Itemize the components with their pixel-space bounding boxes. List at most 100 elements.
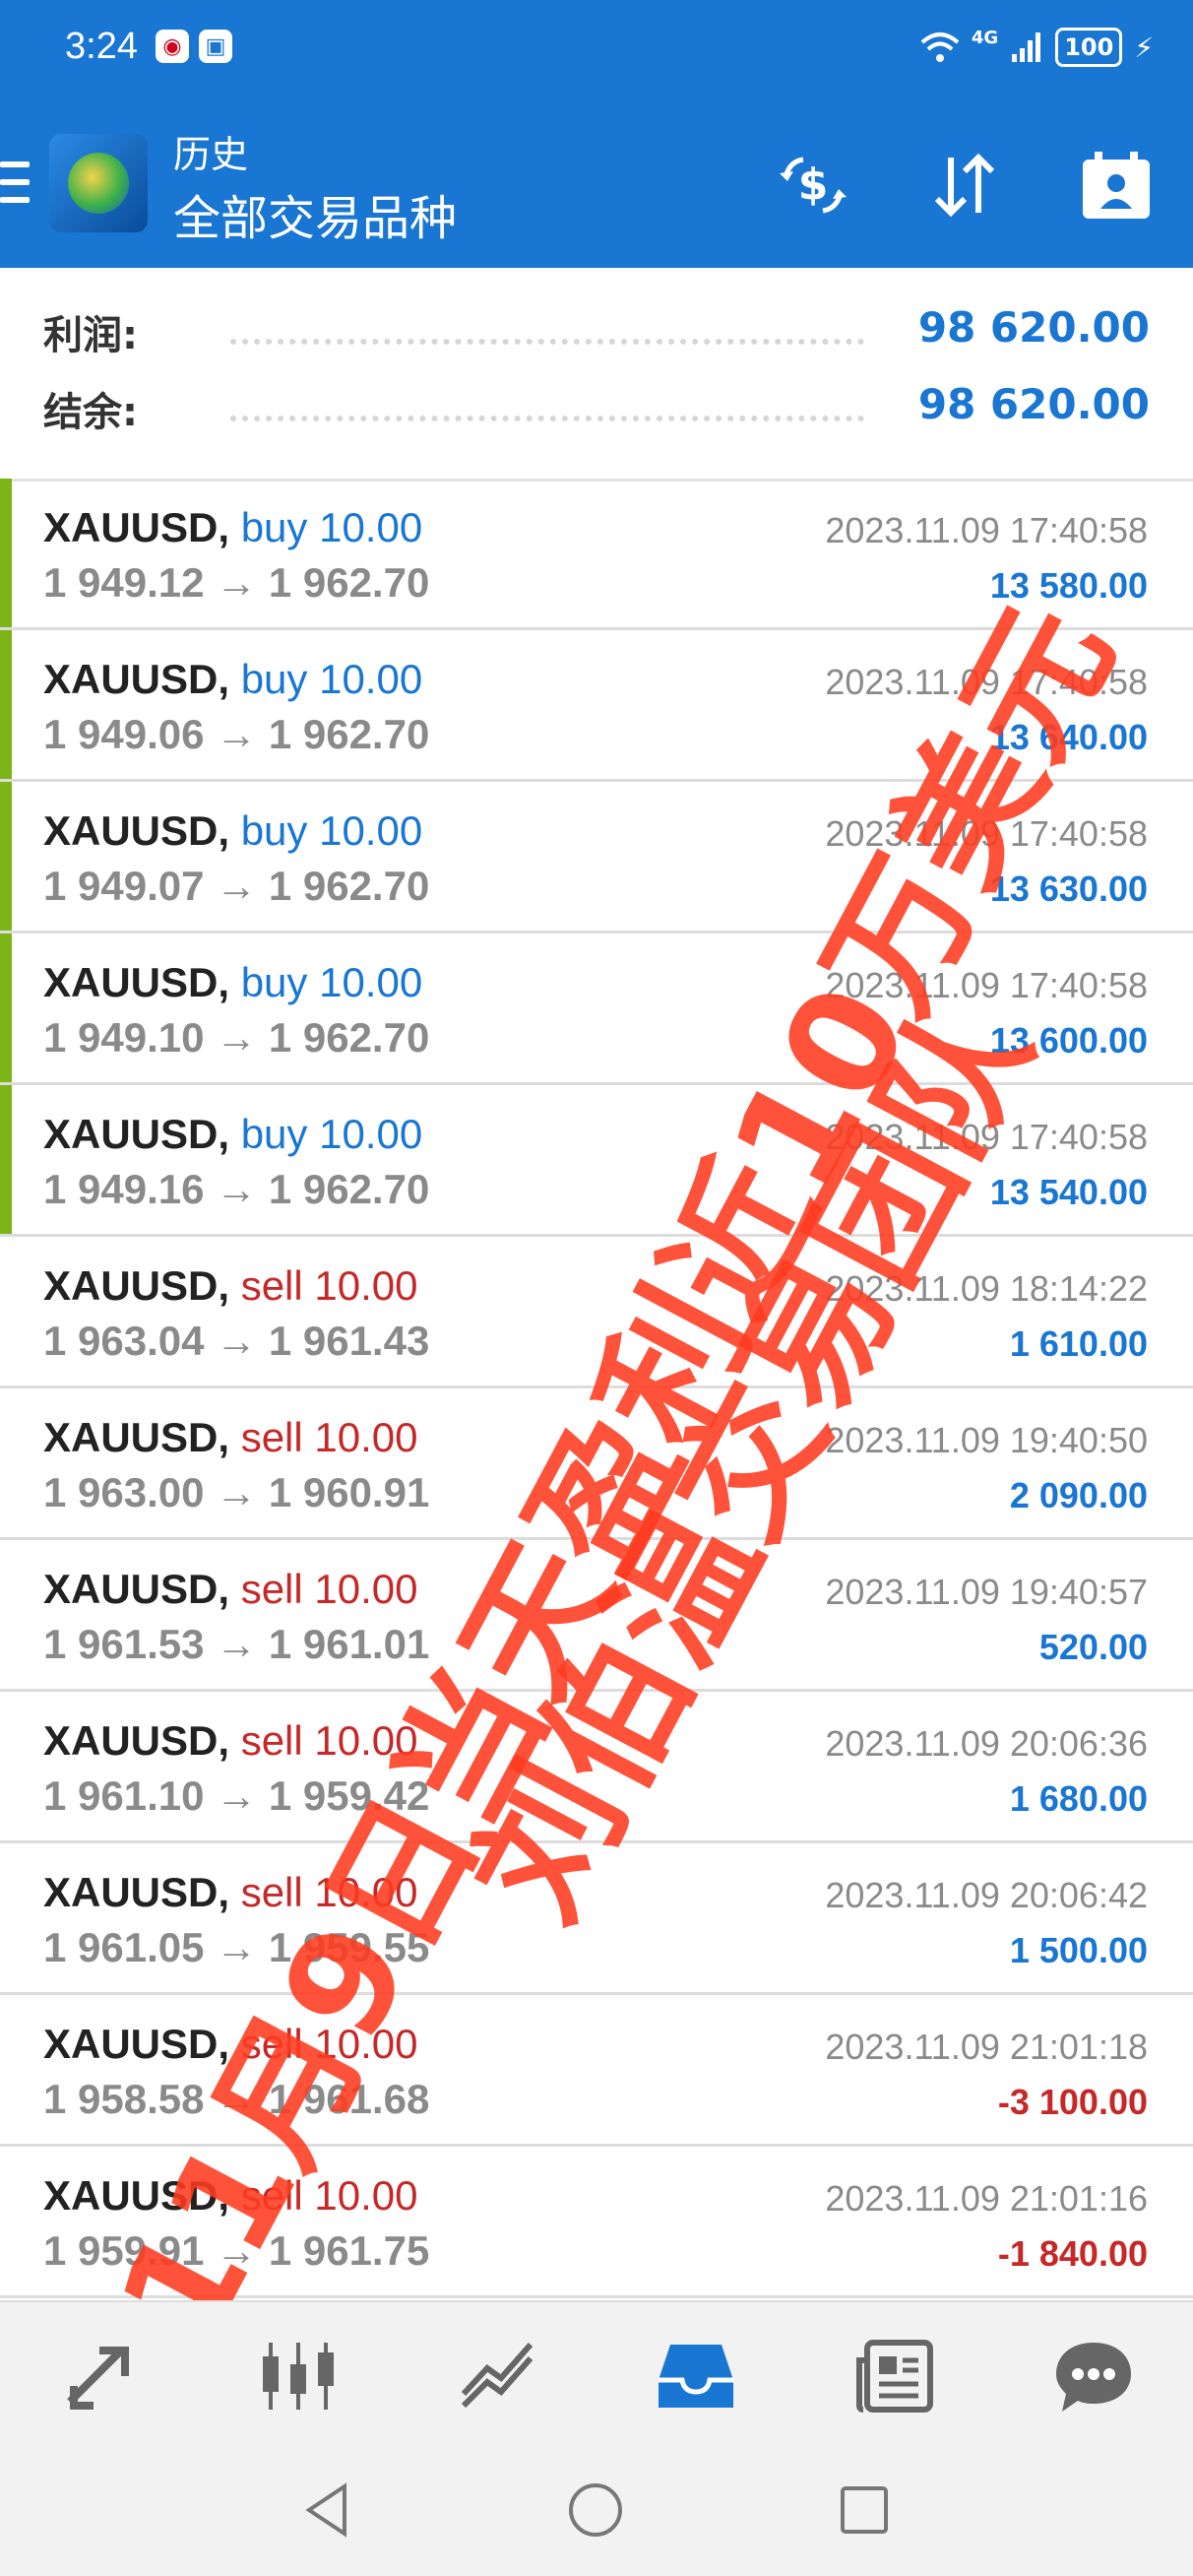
trade-prices: 1 949.16 → 1 962.70 [43,1166,430,1212]
trade-profit: -3 100.00 [997,2082,1148,2122]
trade-row[interactable]: XAUUSD, sell 10.00 1 961.10 → 1 959.42 202… [0,1692,1193,1843]
menu-icon[interactable] [0,161,30,207]
trade-prices: 1 961.05 → 1 959.55 [43,1924,430,1970]
trade-direction: buy 10.00 [240,1111,423,1157]
trade-symbol: XAUUSD, sell 10.00 [43,2021,418,2068]
trade-row[interactable]: XAUUSD, sell 10.00 1 963.00 → 1 960.91 202… [0,1388,1193,1540]
trade-time: 2023.11.09 17:40:58 [825,813,1148,854]
summary-label: 利润: [43,313,138,358]
nav-chart[interactable] [443,2322,551,2430]
trade-direction: sell 10.00 [240,1717,418,1764]
nav-quotes[interactable] [244,2322,352,2430]
system-recents[interactable] [839,2484,890,2540]
trade-direction: buy 10.00 [240,807,423,854]
symbol-name: XAUUSD, [43,807,230,854]
symbol-name: XAUUSD, [43,2021,230,2067]
trade-prices: 1 959.91 → 1 961.75 [43,2227,430,2274]
trade-row[interactable]: XAUUSD, sell 10.00 1 961.05 → 1 959.55 202… [0,1843,1193,1995]
trade-direction: buy 10.00 [240,959,423,1005]
trade-prices: 1 949.10 → 1 962.70 [43,1014,430,1061]
system-home[interactable] [566,2480,625,2544]
trade-profit: 1 500.00 [1009,1930,1148,1970]
trade-row[interactable]: XAUUSD, buy 10.00 1 949.07 → 1 962.70 2023… [0,782,1193,934]
dotted-leader [230,416,864,421]
trade-prices: 1 949.06 → 1 962.70 [43,711,430,757]
trade-row[interactable]: XAUUSD, sell 10.00 1 959.91 → 1 961.75 202… [0,2147,1193,2298]
summary-value: 98 620.00 [917,380,1150,428]
symbol-name: XAUUSD, [43,656,230,702]
system-back[interactable] [303,2482,352,2542]
symbol-name: XAUUSD, [43,1717,230,1764]
chat-icon [1056,2343,1131,2412]
trade-profit: 1 680.00 [1009,1778,1148,1819]
nav-trade[interactable] [45,2322,154,2430]
app-toolbar: 历史 全部交易品种 $ [0,98,1193,268]
trade-prices: 1 961.53 → 1 961.01 [43,1621,430,1667]
charging-icon: ⚡ [1134,31,1154,64]
period-button[interactable] [1079,148,1154,223]
history-inbox-icon [659,2345,733,2408]
wifi-icon [920,32,960,62]
trade-time: 2023.11.09 19:40:57 [825,1572,1148,1612]
svg-text:$: $ [798,160,829,210]
symbol-name: XAUUSD, [43,1566,230,1612]
trade-row[interactable]: XAUUSD, buy 10.00 1 949.16 → 1 962.70 2023… [0,1085,1193,1237]
trade-prices: 1 961.10 → 1 959.42 [43,1772,430,1819]
huawei-app-icon: ▣ [199,30,232,63]
recents-icon [840,2486,888,2534]
dotted-leader [230,339,864,345]
signal-icon [1012,32,1041,62]
summary-value: 98 620.00 [917,303,1150,352]
trade-row[interactable]: XAUUSD, buy 10.00 1 949.06 → 1 962.70 2023… [0,630,1193,782]
trade-symbol: XAUUSD, buy 10.00 [43,1111,422,1158]
trade-profit: 13 600.00 [989,1020,1148,1061]
nav-chat[interactable] [1039,2322,1148,2430]
trade-symbol: XAUUSD, buy 10.00 [43,807,422,855]
trade-profit: 520.00 [1038,1627,1148,1667]
sort-button[interactable] [927,148,1002,223]
trade-direction: sell 10.00 [240,1414,418,1460]
summary-label: 结余: [43,390,138,435]
trade-history-list: XAUUSD, buy 10.00 1 949.12 → 1 962.70 2023… [0,479,1193,2298]
trade-prices: 1 963.00 → 1 960.91 [43,1469,430,1515]
trade-row[interactable]: XAUUSD, buy 10.00 1 949.10 → 1 962.70 2023… [0,934,1193,1085]
trade-time: 2023.11.09 17:40:58 [825,1117,1148,1157]
trade-direction: sell 10.00 [240,1566,418,1612]
trend-chart-icon [461,2343,534,2409]
trade-symbol: XAUUSD, sell 10.00 [43,1414,418,1461]
home-icon [568,2483,622,2537]
trade-prices: 1 963.04 → 1 961.43 [43,1318,430,1364]
status-bar: 3:24 ◉ ▣ 4G 100 ⚡ [0,0,1193,98]
deposit-button[interactable]: $ [776,148,850,223]
trade-row[interactable]: XAUUSD, sell 10.00 1 963.04 → 1 961.43 202… [0,1237,1193,1388]
summary-profit-row: 利润: 98 620.00 [43,303,1150,362]
dollar-exchange-icon: $ [780,157,847,214]
trade-prices: 1 958.58 → 1 961.68 [43,2076,430,2122]
trade-row[interactable]: XAUUSD, sell 10.00 1 961.53 → 1 961.01 202… [0,1540,1193,1692]
trade-profit: 13 580.00 [989,565,1148,606]
symbol-name: XAUUSD, [43,1869,230,1915]
bottom-navigation [0,2300,1193,2450]
news-icon [856,2340,933,2413]
symbol-name: XAUUSD, [43,1262,230,1309]
trade-symbol: XAUUSD, buy 10.00 [43,656,422,703]
symbol-filter[interactable]: 全部交易品种 [173,179,457,248]
nav-news[interactable] [841,2322,949,2430]
nav-history[interactable] [642,2322,750,2430]
weibo-icon: ◉ [156,30,189,63]
trade-symbol: XAUUSD, sell 10.00 [43,1566,418,1613]
trade-direction: buy 10.00 [240,656,423,702]
trade-profit: 13 630.00 [989,869,1148,909]
trade-arrows-icon [67,2347,129,2410]
symbol-name: XAUUSD, [43,2172,230,2219]
back-icon [305,2482,347,2538]
trade-time: 2023.11.09 20:06:42 [825,1875,1148,1915]
trade-row[interactable]: XAUUSD, buy 10.00 1 949.12 → 1 962.70 2023… [0,479,1193,630]
trade-direction: sell 10.00 [240,2021,418,2067]
trade-row[interactable]: XAUUSD, sell 10.00 1 958.58 → 1 961.68 202… [0,1995,1193,2147]
trade-symbol: XAUUSD, sell 10.00 [43,2172,418,2220]
system-navigation [0,2448,1193,2576]
toolbar-actions: $ [776,148,1154,223]
summary-panel: 利润: 98 620.00 结余: 98 620.00 [0,268,1193,482]
summary-balance-row: 结余: 98 620.00 [43,380,1150,439]
